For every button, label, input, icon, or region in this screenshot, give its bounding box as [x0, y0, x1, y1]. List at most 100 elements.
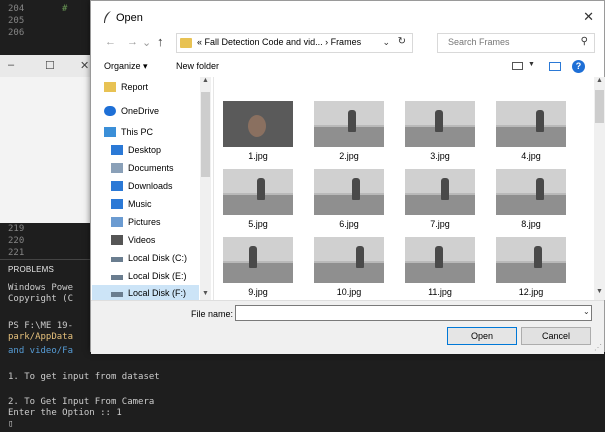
image-thumbnail [314, 101, 384, 147]
file-name: 9.jpg [248, 287, 268, 297]
search-placeholder: Search Frames [448, 37, 510, 47]
line-number: 204 [8, 4, 25, 14]
view-options-icon[interactable] [512, 62, 523, 70]
image-thumbnail [223, 169, 293, 215]
file-item[interactable]: 2.jpg [310, 77, 388, 161]
open-button[interactable]: Open [447, 327, 517, 345]
tab-problems[interactable]: PROBLEMS [8, 265, 54, 274]
file-name-label: File name: [191, 309, 234, 319]
videos-icon [111, 235, 123, 245]
cloud-icon [104, 106, 116, 116]
address-row: ← → ⌄ ↑ « Fall Detection Code and vid...… [91, 31, 604, 57]
disk-icon [111, 275, 123, 280]
nav-item-label: Local Disk (C:) [128, 253, 188, 263]
image-thumbnail [405, 169, 475, 215]
minimize-button[interactable]: – [8, 59, 14, 71]
maximize-button[interactable]: ☐ [45, 59, 55, 72]
image-thumbnail [496, 237, 566, 283]
scroll-down-icon[interactable]: ▼ [202, 290, 209, 297]
scroll-down-icon[interactable]: ▼ [596, 288, 603, 295]
file-item[interactable]: 8.jpg [492, 145, 570, 229]
file-item[interactable]: 1.jpg [219, 77, 297, 161]
music-icon [111, 199, 123, 209]
line-number: 220 [8, 236, 25, 246]
panel-divider [0, 259, 100, 260]
file-item[interactable]: 4.jpg [492, 77, 570, 161]
dialog-title: Open [116, 12, 143, 24]
file-item[interactable]: 11.jpg [401, 213, 479, 297]
close-button[interactable]: ✕ [80, 59, 89, 72]
image-thumbnail [496, 101, 566, 147]
navigation-pane: Report OneDrive This PC Desktop Documents Dow… [92, 77, 214, 300]
scroll-up-icon[interactable]: ▲ [202, 77, 209, 84]
image-thumbnail [223, 101, 293, 147]
dialog-close-button[interactable]: ✕ [583, 9, 594, 25]
help-icon[interactable]: ? [572, 60, 585, 73]
chevron-down-icon[interactable]: ⌄ [382, 37, 390, 48]
terminal-line: Enter the Option :: 1 [8, 408, 122, 418]
image-thumbnail [405, 237, 475, 283]
code-line: # [62, 4, 68, 14]
terminal-line: 1. To get input from dataset [8, 372, 160, 382]
files-scrollbar-thumb[interactable] [595, 90, 604, 123]
nav-item-label: OneDrive [121, 106, 160, 116]
desktop-icon [111, 145, 123, 155]
folder-icon [104, 82, 116, 92]
nav-item-label: Videos [128, 235, 156, 245]
terminal-line: 2. To Get Input From Camera [8, 397, 155, 407]
search-icon[interactable]: ⚲ [581, 36, 588, 47]
terminal-line: ▯ [8, 419, 14, 429]
file-item[interactable]: 9.jpg [219, 213, 297, 297]
scroll-up-icon[interactable]: ▲ [596, 77, 603, 84]
file-item[interactable]: 3.jpg [401, 77, 479, 161]
file-name: 11.jpg [428, 287, 452, 297]
feather-icon [104, 11, 111, 23]
line-number: 219 [8, 224, 25, 234]
organize-button[interactable]: Organize ▾ [104, 61, 148, 72]
documents-icon [111, 163, 123, 173]
image-thumbnail [405, 101, 475, 147]
terminal-line: Copyright (C [8, 294, 74, 304]
recent-dropdown-icon[interactable]: ⌄ [142, 36, 151, 49]
nav-item-label: Pictures [128, 217, 161, 227]
file-list: 1.jpg 2.jpg 3.jpg 4.jpg 5.jpg 6.jpg 7.jpg 8.jpg… [214, 77, 594, 300]
file-name-input[interactable] [235, 305, 592, 321]
file-item[interactable]: 12.jpg [492, 213, 570, 297]
resize-grip-icon[interactable]: ⋰ [594, 343, 602, 352]
file-name: 10.jpg [336, 287, 362, 297]
chevron-down-icon[interactable]: ⌄ [583, 307, 590, 316]
nav-item-label: Local Disk (F:) [128, 288, 187, 298]
address-bar[interactable]: « Fall Detection Code and vid... › Frame… [176, 33, 413, 53]
new-folder-button[interactable]: New folder [176, 61, 219, 71]
terminal-line: park/AppData [8, 332, 74, 342]
cancel-button[interactable]: Cancel [521, 327, 591, 345]
dialog-footer: File name: ⌄ Open Cancel ⋰ [91, 300, 604, 354]
file-item[interactable]: 6.jpg [310, 145, 388, 229]
refresh-icon[interactable]: ↻ [398, 36, 406, 47]
preview-pane-icon[interactable] [549, 62, 561, 71]
nav-item-label: Downloads [128, 181, 173, 191]
disk-icon [111, 257, 123, 262]
breadcrumb[interactable]: « Fall Detection Code and vid... › Frame… [197, 37, 361, 47]
line-number: 206 [8, 28, 25, 38]
terminal-line: PS F:\ME 19- [8, 321, 74, 331]
folder-icon [180, 38, 192, 48]
dialog-toolbar: Organize ▾ New folder ▼ ? [91, 57, 604, 77]
image-thumbnail [314, 237, 384, 283]
up-arrow-icon[interactable]: ↑ [157, 34, 164, 49]
line-number: 221 [8, 248, 25, 258]
chevron-down-icon[interactable]: ▼ [528, 61, 535, 68]
nav-scrollbar-thumb[interactable] [201, 92, 210, 177]
terminal-line: Windows Powe [8, 283, 74, 293]
file-item[interactable]: 7.jpg [401, 145, 479, 229]
file-item[interactable]: 5.jpg [219, 145, 297, 229]
forward-arrow-icon[interactable]: → [127, 36, 138, 48]
search-input[interactable]: Search Frames ⚲ [437, 33, 595, 53]
nav-item-label: This PC [121, 127, 154, 137]
terminal-line: and video/Fa [8, 346, 74, 356]
back-arrow-icon[interactable]: ← [105, 36, 116, 48]
image-thumbnail [314, 169, 384, 215]
nav-item-label: Report [121, 82, 149, 92]
dialog-titlebar: Open ✕ [91, 1, 604, 35]
file-item[interactable]: 10.jpg [310, 213, 388, 297]
